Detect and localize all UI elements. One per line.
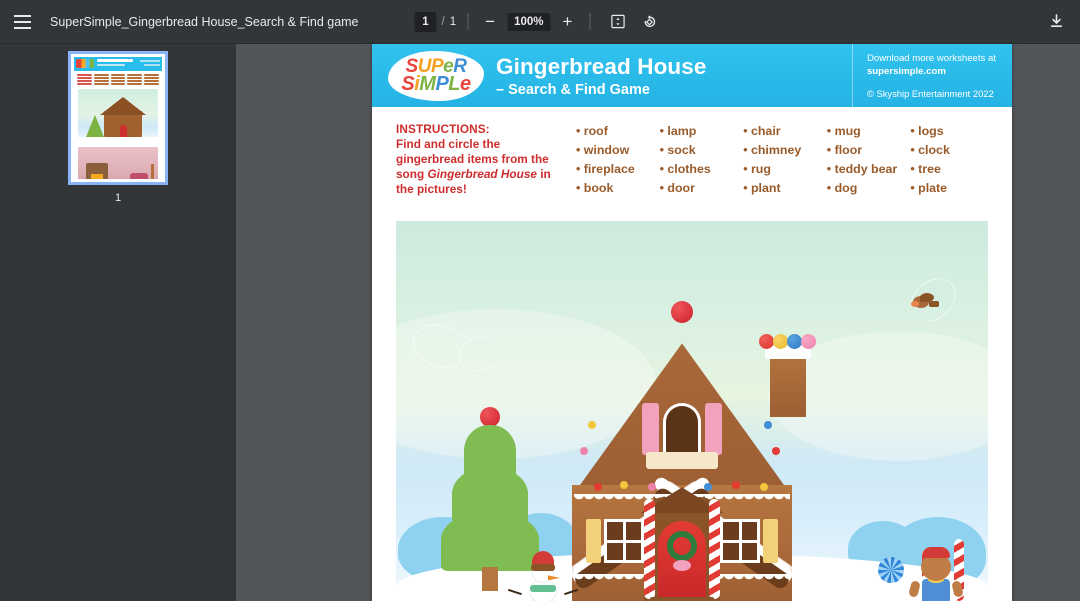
divider: [589, 13, 591, 30]
window-shutter-right-2: [763, 519, 778, 564]
word-item: door: [660, 179, 744, 198]
word-column-4: mug floor teddy bear dog: [827, 122, 911, 197]
pdf-viewer-area[interactable]: SUPeR SiMPLe Gingerbread House – Search …: [236, 44, 1080, 601]
copyright-notice: © Skyship Entertainment 2022: [866, 87, 994, 99]
candy-button: [764, 421, 772, 430]
chimney-snow-cap: [765, 346, 811, 360]
hamburger-menu-icon[interactable]: [0, 0, 44, 44]
thumbnail-preview: [74, 57, 162, 179]
pdf-viewer-app: SuperSimple_Gingerbread House_Search & F…: [0, 0, 1080, 601]
gingerbread-house: [564, 301, 816, 601]
gingerbread-man-cap: [922, 547, 950, 559]
word-item: book: [576, 179, 660, 198]
thumbnail-banner: [74, 57, 162, 71]
window-shutter-left: [586, 519, 601, 564]
website-url: supersimple.com: [866, 66, 946, 77]
candy-cane-post-left: [644, 499, 655, 600]
worksheet-subtitle: – Search & Find Game: [496, 81, 650, 98]
attic-shutter-left: [642, 403, 659, 456]
instructions-section: INSTRUCTIONS: Find and circle the ginger…: [372, 108, 1012, 205]
word-item: window: [576, 141, 660, 160]
candy-button: [588, 421, 596, 430]
word-item: rug: [743, 160, 827, 179]
word-column-1: roof window fireplace book: [576, 122, 660, 197]
roof-top-berry: [671, 301, 693, 324]
word-item: teddy bear: [827, 160, 911, 179]
word-item: dog: [827, 179, 911, 198]
attic-window-box: [646, 452, 718, 470]
fit-to-page-icon[interactable]: [605, 9, 631, 35]
word-list: roof window fireplace book lamp sock clo…: [576, 122, 994, 197]
attic-shutter-right: [705, 403, 722, 456]
download-icon[interactable]: [1043, 9, 1069, 35]
instructions-heading: INSTRUCTIONS:: [396, 122, 490, 136]
logo-line-2: SiMPLe: [401, 72, 471, 95]
word-item: fireplace: [576, 160, 660, 179]
worksheet-title: Gingerbread House: [496, 54, 707, 80]
tree-trunk: [482, 567, 498, 592]
divider: [467, 13, 469, 30]
candy-button: [772, 447, 780, 456]
pdf-page: SUPeR SiMPLe Gingerbread House – Search …: [372, 44, 1012, 601]
page-separator: /: [441, 15, 445, 28]
snowman: [508, 551, 578, 601]
thumbnail-wordlist: [74, 71, 162, 88]
snowman-hair: [531, 564, 555, 572]
snowman-scarf: [530, 585, 556, 593]
download-prompt: Download more worksheets at: [866, 53, 996, 65]
candy-cane-post-right: [709, 499, 720, 600]
word-column-2: lamp sock clothes door: [660, 122, 744, 197]
house-window-left: [604, 519, 644, 564]
supersimple-logo: SUPeR SiMPLe: [388, 51, 484, 101]
document-title: SuperSimple_Gingerbread House_Search & F…: [50, 14, 359, 29]
word-column-3: chair chimney rug plant: [743, 122, 827, 197]
gingerbread-house-illustration: [396, 221, 988, 601]
bird: [910, 293, 939, 311]
word-item: sock: [660, 141, 744, 160]
word-item: chimney: [743, 141, 827, 160]
word-item: lamp: [660, 122, 744, 141]
thumbnail-page-label: 1: [114, 192, 122, 204]
thumbnail-illustration-bottom: [78, 147, 158, 179]
page-thumbnail-1[interactable]: [68, 51, 168, 185]
worksheet-banner: SUPeR SiMPLe Gingerbread House – Search …: [372, 44, 1012, 117]
word-column-5: logs clock tree plate: [910, 122, 994, 197]
snowman-carrot-nose: [548, 575, 560, 581]
zoom-in-button[interactable]: +: [557, 11, 579, 33]
total-pages-label: 1: [449, 15, 457, 28]
word-item: logs: [910, 122, 994, 141]
gingerbread-man: [908, 547, 964, 601]
toolbar-center-controls: 1 / 1 − 100% +: [414, 0, 665, 44]
candy-button: [580, 447, 588, 456]
rotate-icon[interactable]: [637, 9, 663, 35]
word-item: clock: [910, 141, 994, 160]
tree-top-berry: [480, 407, 500, 428]
word-item: mug: [827, 122, 911, 141]
thumbnail-illustration-top: [78, 89, 158, 146]
song-title: Gingerbread House: [427, 166, 537, 181]
word-item: plate: [910, 179, 994, 198]
page-number-input[interactable]: 1: [414, 11, 437, 32]
word-item: roof: [576, 122, 660, 141]
thumbnail-logo-icon: [76, 59, 94, 68]
thumbnail-item[interactable]: 1: [67, 51, 169, 204]
zoom-level-display[interactable]: 100%: [507, 12, 551, 31]
house-window-right: [720, 519, 760, 564]
instructions-body: Find and circle the gingerbread items fr…: [396, 137, 568, 196]
attic-window: [663, 403, 701, 456]
banner-credits: Download more worksheets at supersimple.…: [851, 44, 996, 108]
pdf-toolbar: SuperSimple_Gingerbread House_Search & F…: [0, 0, 1080, 44]
zigzag-border: [372, 107, 1012, 117]
word-item: floor: [827, 141, 911, 160]
word-item: clothes: [660, 160, 744, 179]
word-item: chair: [743, 122, 827, 141]
word-item: tree: [910, 160, 994, 179]
toolbar-right-controls: [1040, 9, 1072, 35]
door-stoop: [650, 597, 714, 601]
thumbnail-sidebar[interactable]: 1: [0, 44, 236, 601]
zoom-out-button[interactable]: −: [479, 11, 501, 33]
word-item: plant: [743, 179, 827, 198]
